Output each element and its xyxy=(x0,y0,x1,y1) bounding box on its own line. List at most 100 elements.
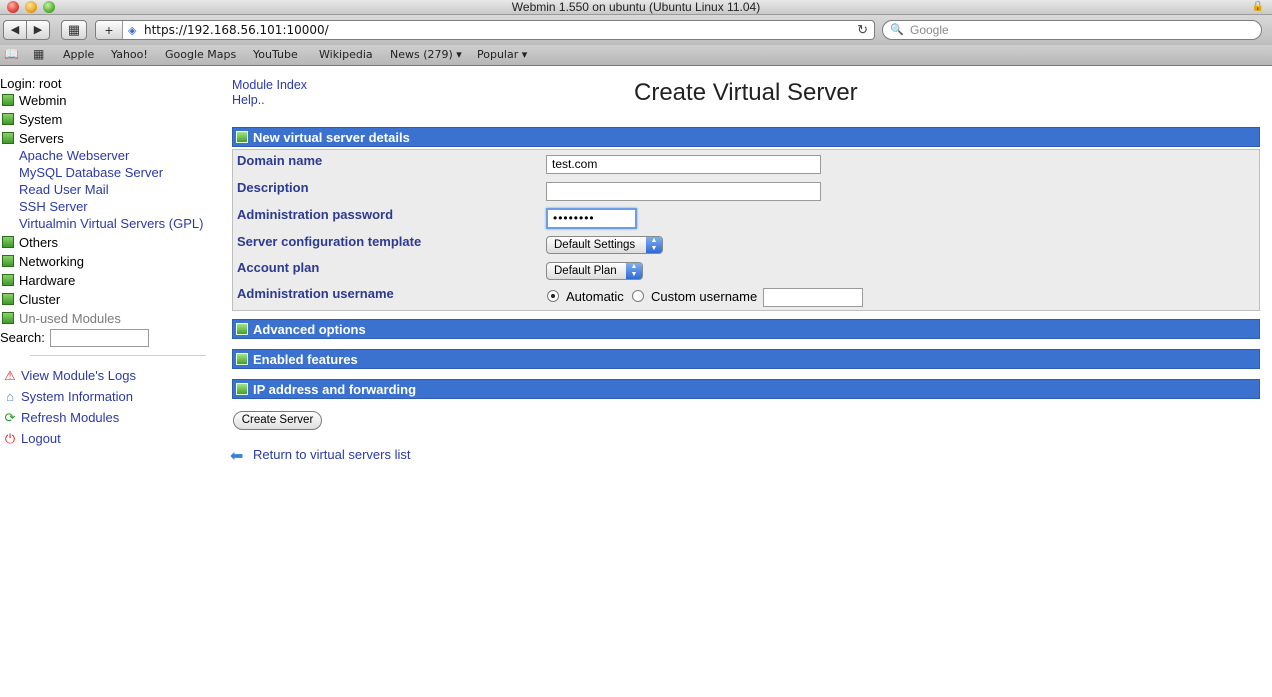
module-apache-webserver[interactable]: Apache Webserver xyxy=(19,148,129,163)
search-field[interactable]: 🔍 Google xyxy=(882,20,1262,40)
category-others[interactable]: Others xyxy=(2,234,58,253)
description-input[interactable] xyxy=(546,182,821,201)
refresh-icon: ⟳ xyxy=(4,410,16,425)
bookmark-youtube[interactable]: YouTube xyxy=(253,45,298,65)
category-cluster[interactable]: Cluster xyxy=(2,291,60,310)
section-enabled-features[interactable]: Enabled features xyxy=(232,349,1260,369)
section-title: New virtual server details xyxy=(253,130,410,145)
left-menu-frame: Login: root Webmin System Servers Apache… xyxy=(0,66,220,697)
module-mysql-database-server[interactable]: MySQL Database Server xyxy=(19,165,163,180)
section-title: Advanced options xyxy=(253,322,366,337)
back-arrow-icon: ⬅ xyxy=(230,448,244,465)
refresh-modules-link[interactable]: ⟳ Refresh Modules xyxy=(2,410,120,426)
admin-username-label: Administration username xyxy=(237,286,394,301)
module-search-input[interactable] xyxy=(50,329,149,347)
bookmark-wikipedia[interactable]: Wikipedia xyxy=(319,45,373,65)
forward-button[interactable]: ▶ xyxy=(26,20,50,40)
select-value: Default Settings xyxy=(554,239,636,251)
expand-icon xyxy=(236,383,248,395)
reload-icon[interactable]: ↻ xyxy=(857,21,868,39)
module-index-link[interactable]: Module Index xyxy=(232,78,307,93)
username-automatic-radio[interactable] xyxy=(547,290,559,302)
return-link-label: Return to virtual servers list xyxy=(253,447,411,462)
expand-icon xyxy=(2,113,14,125)
category-label: Un-used Modules xyxy=(19,311,121,326)
category-webmin[interactable]: Webmin xyxy=(2,92,66,111)
top-sites-grid-icon[interactable]: ▦ xyxy=(33,47,44,61)
browser-toolbar: ◀ ▶ ▦ + ◈ https://192.168.56.101:10000/ … xyxy=(0,15,1272,45)
menu-divider xyxy=(30,355,206,356)
category-label: Others xyxy=(19,235,59,250)
bookmarks-bar: 📖 ▦ Apple Yahoo! Google Maps YouTube Wik… xyxy=(0,45,1272,66)
back-button[interactable]: ◀ xyxy=(3,20,27,40)
category-label: Cluster xyxy=(19,292,61,307)
link-label: View Module's Logs xyxy=(21,368,136,383)
category-label: System xyxy=(19,112,63,127)
admin-password-input[interactable]: •••••••• xyxy=(546,208,637,229)
page-title: Create Virtual Server xyxy=(634,79,858,106)
return-to-list-link[interactable]: ⬅ Return to virtual servers list xyxy=(230,446,411,466)
domain-name-label: Domain name xyxy=(237,153,323,168)
section-title: IP address and forwarding xyxy=(253,382,417,397)
domain-name-input[interactable]: test.com xyxy=(546,155,821,174)
expand-icon xyxy=(2,132,14,144)
module-read-user-mail[interactable]: Read User Mail xyxy=(19,182,109,197)
main-content-frame: Module Index Help.. Create Virtual Serve… xyxy=(220,66,1272,697)
description-label: Description xyxy=(237,180,309,195)
bookmark-google-maps[interactable]: Google Maps xyxy=(165,45,236,65)
category-networking[interactable]: Networking xyxy=(2,253,84,272)
expand-icon xyxy=(2,255,14,267)
bookmark-popular[interactable]: Popular ▾ xyxy=(477,45,527,65)
account-plan-select[interactable]: Default Plan ▲ ▼ xyxy=(546,262,643,280)
expand-icon xyxy=(2,274,14,286)
server-template-select[interactable]: Default Settings ▲ ▼ xyxy=(546,236,663,254)
house-icon: ⌂ xyxy=(6,389,14,404)
username-automatic-label[interactable]: Automatic xyxy=(566,289,624,304)
help-link[interactable]: Help.. xyxy=(232,93,307,108)
top-sites-button[interactable]: ▦ xyxy=(61,20,87,40)
expand-icon xyxy=(2,293,14,305)
server-template-label: Server configuration template xyxy=(237,234,422,249)
username-custom-radio[interactable] xyxy=(632,290,644,302)
category-system[interactable]: System xyxy=(2,111,62,130)
url-text[interactable]: https://192.168.56.101:10000/ xyxy=(144,21,329,39)
category-label: Servers xyxy=(19,131,64,146)
search-placeholder: Google xyxy=(910,23,949,37)
category-label: Hardware xyxy=(19,273,76,288)
site-globe-icon: ◈ xyxy=(128,25,137,37)
collapse-icon xyxy=(236,131,248,143)
section-ip-address-forwarding[interactable]: IP address and forwarding xyxy=(232,379,1260,399)
chevron-updown-icon: ▲ ▼ xyxy=(646,237,662,253)
module-virtualmin[interactable]: Virtualmin Virtual Servers (GPL) xyxy=(19,216,203,231)
logout-link[interactable]: ⏻ Logout xyxy=(2,431,61,447)
category-label: Webmin xyxy=(19,93,67,108)
reading-list-icon[interactable]: 📖 xyxy=(4,47,19,61)
expand-icon xyxy=(236,353,248,365)
expand-icon xyxy=(2,312,14,324)
section-new-virtual-server-details[interactable]: New virtual server details xyxy=(232,127,1260,147)
add-bookmark-button[interactable]: + xyxy=(96,21,123,39)
system-information-link[interactable]: ⌂ System Information xyxy=(2,389,133,404)
bookmark-apple[interactable]: Apple xyxy=(63,45,94,65)
category-servers[interactable]: Servers xyxy=(2,130,64,149)
power-icon: ⏻ xyxy=(4,431,16,446)
link-label: Refresh Modules xyxy=(21,410,120,425)
window-title: Webmin 1.550 on ubuntu (Ubuntu Linux 11.… xyxy=(511,0,761,14)
username-custom-label[interactable]: Custom username xyxy=(651,289,757,304)
address-bar[interactable]: + ◈ https://192.168.56.101:10000/ ↻ xyxy=(95,20,875,40)
create-server-button[interactable]: Create Server xyxy=(233,411,322,430)
category-unused-modules[interactable]: Un-used Modules xyxy=(2,310,121,329)
category-hardware[interactable]: Hardware xyxy=(2,272,75,291)
link-label: System Information xyxy=(21,389,133,404)
chevron-updown-icon: ▲ ▼ xyxy=(626,263,642,279)
select-value: Default Plan xyxy=(554,265,617,277)
bookmark-yahoo[interactable]: Yahoo! xyxy=(111,45,148,65)
custom-username-input[interactable] xyxy=(763,288,863,307)
admin-password-label: Administration password xyxy=(237,207,394,222)
search-icon: 🔍 xyxy=(890,24,904,36)
module-search-label: Search: xyxy=(0,330,45,345)
module-ssh-server[interactable]: SSH Server xyxy=(19,199,88,214)
bookmark-news[interactable]: News (279) ▾ xyxy=(390,45,462,65)
view-module-logs-link[interactable]: ⚠ View Module's Logs xyxy=(2,368,136,384)
section-advanced-options[interactable]: Advanced options xyxy=(232,319,1260,339)
